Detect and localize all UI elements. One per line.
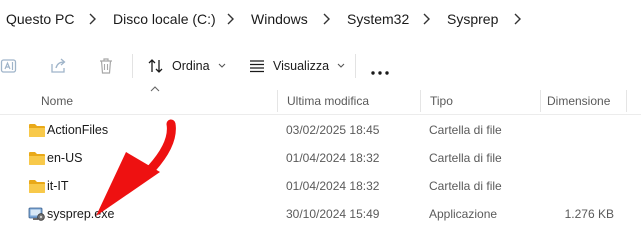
sort-label: Ordina bbox=[172, 59, 210, 73]
column-divider[interactable] bbox=[540, 90, 541, 112]
file-name: en-US bbox=[47, 151, 83, 165]
more-icon[interactable] bbox=[369, 63, 391, 75]
breadcrumb-item-sysprep[interactable]: Sysprep bbox=[447, 9, 498, 29]
chevron-right-icon[interactable] bbox=[225, 11, 235, 27]
file-name: ActionFiles bbox=[47, 123, 109, 137]
chevron-right-icon[interactable] bbox=[87, 11, 97, 27]
file-modified: 03/02/2025 18:45 bbox=[286, 123, 380, 137]
file-row[interactable]: sysprep.exe 30/10/2024 15:49 Applicazion… bbox=[0, 201, 641, 228]
chevron-right-icon[interactable] bbox=[321, 11, 331, 27]
column-header-modified[interactable]: Ultima modifica bbox=[287, 94, 369, 108]
breadcrumb-item-disco-locale[interactable]: Disco locale (C:) bbox=[113, 9, 216, 29]
file-modified: 30/10/2024 15:49 bbox=[286, 207, 380, 221]
column-header-row: Nome Ultima modifica Tipo Dimensione bbox=[0, 88, 641, 115]
column-divider[interactable] bbox=[277, 90, 278, 112]
folder-icon bbox=[29, 152, 45, 165]
file-modified: 01/04/2024 18:32 bbox=[286, 151, 380, 165]
sort-button[interactable]: Ordina bbox=[148, 54, 226, 78]
breadcrumb-item-questo-pc[interactable]: Questo PC bbox=[6, 9, 74, 29]
command-bar: Ordina Visualizza bbox=[0, 44, 641, 88]
sort-icon bbox=[148, 59, 163, 73]
file-type: Cartella di file bbox=[429, 123, 502, 137]
view-label: Visualizza bbox=[273, 59, 330, 73]
folder-icon bbox=[29, 124, 45, 137]
chevron-down-icon bbox=[337, 63, 345, 68]
toolbar-divider bbox=[355, 54, 356, 78]
folder-icon bbox=[29, 180, 45, 193]
toolbar-divider bbox=[132, 54, 133, 78]
file-type: Cartella di file bbox=[429, 151, 502, 165]
column-header-type[interactable]: Tipo bbox=[430, 94, 453, 108]
chevron-right-icon[interactable] bbox=[512, 11, 522, 27]
column-header-name[interactable]: Nome bbox=[41, 94, 73, 108]
address-bar[interactable]: Questo PC Disco locale (C:) Windows Syst… bbox=[0, 0, 641, 38]
file-type: Cartella di file bbox=[429, 179, 502, 193]
rename-icon[interactable] bbox=[0, 56, 20, 76]
chevron-down-icon bbox=[218, 63, 225, 68]
file-name: sysprep.exe bbox=[47, 207, 115, 221]
view-button[interactable]: Visualizza bbox=[249, 54, 345, 78]
breadcrumb-item-system32[interactable]: System32 bbox=[347, 9, 409, 29]
column-divider[interactable] bbox=[420, 90, 421, 112]
breadcrumb-item-windows[interactable]: Windows bbox=[251, 9, 308, 29]
file-size: 1.276 KB bbox=[564, 207, 614, 221]
application-icon bbox=[28, 207, 45, 221]
column-divider[interactable] bbox=[626, 90, 627, 112]
column-header-size[interactable]: Dimensione bbox=[547, 94, 610, 108]
file-row[interactable]: ActionFiles 03/02/2025 18:45 Cartella di… bbox=[0, 117, 641, 144]
file-row[interactable]: en-US 01/04/2024 18:32 Cartella di file bbox=[0, 145, 641, 172]
file-row[interactable]: it-IT 01/04/2024 18:32 Cartella di file bbox=[0, 173, 641, 200]
file-modified: 01/04/2024 18:32 bbox=[286, 179, 380, 193]
view-icon bbox=[250, 60, 264, 73]
chevron-right-icon[interactable] bbox=[421, 11, 431, 27]
delete-icon[interactable] bbox=[96, 56, 116, 76]
file-type: Applicazione bbox=[429, 207, 498, 221]
share-icon[interactable] bbox=[49, 56, 69, 76]
file-name: it-IT bbox=[47, 179, 69, 193]
